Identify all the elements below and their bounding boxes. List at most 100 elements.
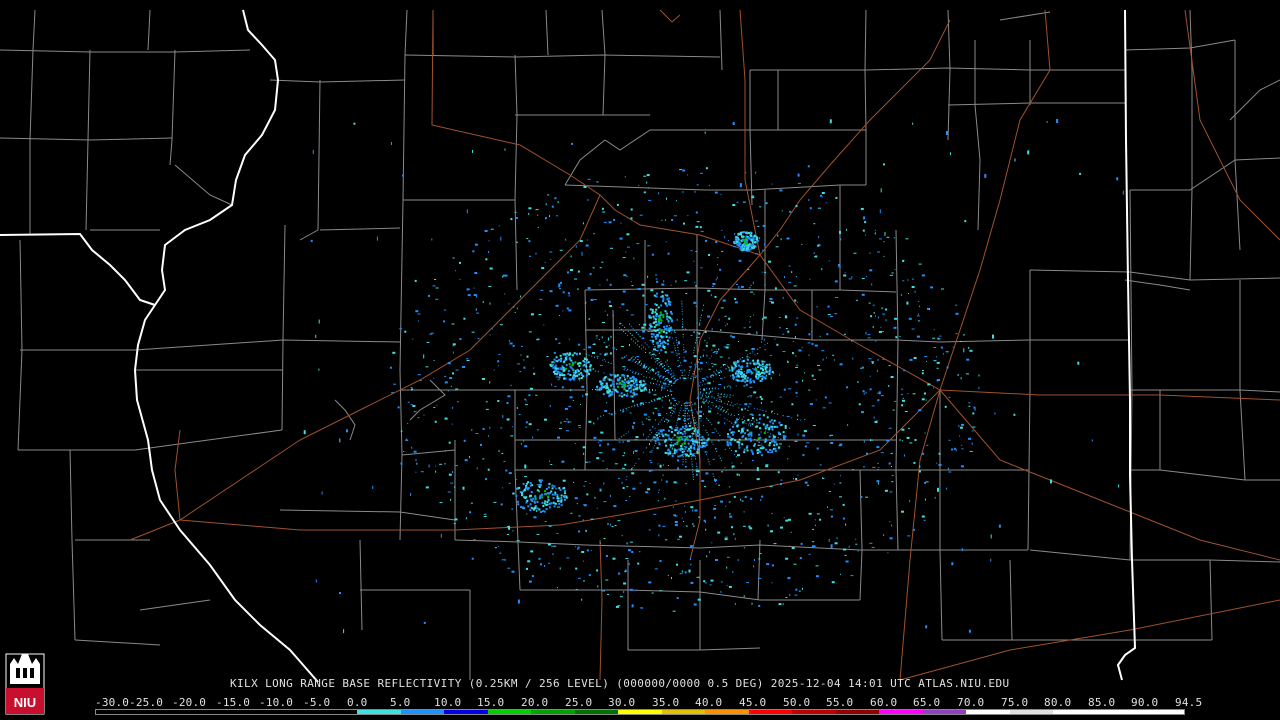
echo-pixel [538,486,541,488]
colorbar-segment [922,710,967,714]
echo-pixel [774,447,777,450]
echo-pixel [893,326,897,329]
echo-pixel [676,318,678,321]
echo-pixel [705,429,707,431]
echo-pixel [560,367,563,370]
echo-pixel [659,322,662,324]
echo-pixel [562,479,566,482]
echo-pixel [648,581,652,584]
echo-pixel [614,463,618,465]
echo-pixel [567,420,570,423]
echo-pixel [778,316,781,318]
echo-pixel [667,389,668,391]
echo-pixel [687,377,689,379]
echo-pixel [680,407,682,409]
echo-pixel [535,209,539,211]
echo-pixel [763,432,766,435]
echo-pixel [912,122,914,125]
echo-pixel [804,418,806,420]
echo-pixel [596,385,599,388]
echo-pixel [673,345,675,347]
echo-pixel [719,457,721,459]
echo-pixel [783,388,786,391]
echo-pixel [659,421,661,423]
echo-pixel [862,229,865,232]
echo-pixel [706,453,707,455]
echo-pixel [653,394,657,396]
echo-pixel [723,409,725,411]
echo-pixel [681,311,683,312]
echo-pixel [445,450,446,452]
echo-pixel [583,348,586,350]
echo-pixel [485,258,488,261]
echo-pixel [778,421,781,424]
echo-pixel [717,432,719,434]
echo-pixel [664,385,666,387]
echo-pixel [609,384,612,387]
echo-pixel [619,376,622,379]
echo-pixel [724,536,728,538]
echo-pixel [797,182,801,184]
echo-pixel [623,434,625,436]
echo-pixel [601,382,604,385]
echo-pixel [648,469,651,472]
echo-pixel [871,283,873,286]
echo-pixel [865,391,867,394]
echo-pixel [802,454,805,457]
echo-pixel [632,392,635,395]
echo-pixel [782,431,785,434]
echo-pixel [506,534,509,535]
echo-pixel [545,508,548,511]
echo-pixel [610,247,613,249]
echo-pixel [839,230,841,234]
echo-pixel [934,496,936,499]
echo-pixel [694,347,695,349]
echo-pixel [549,405,551,408]
echo-pixel [684,415,686,417]
echo-pixel [723,387,725,389]
echo-pixel [697,426,699,428]
echo-pixel [880,188,882,193]
echo-pixel [550,490,553,493]
echo-pixel [706,555,708,558]
echo-pixel [451,423,453,425]
echo-pixel [696,450,699,453]
echo-pixel [654,335,657,338]
echo-pixel [674,405,676,407]
echo-pixel [632,327,634,329]
echo-pixel [891,524,893,527]
echo-pixel [631,425,634,428]
echo-pixel [665,335,668,338]
echo-pixel [764,202,768,205]
echo-pixel [668,383,670,385]
echo-pixel [697,396,699,398]
echo-pixel [969,349,973,352]
echo-pixel [919,305,920,307]
echo-pixel [782,434,785,437]
echo-pixel [611,526,614,528]
echo-pixel [721,250,724,252]
echo-pixel [802,379,804,382]
echo-pixel [741,500,744,502]
echo-pixel [698,415,702,418]
echo-pixel [822,407,826,409]
echo-pixel [875,339,877,342]
echo-pixel [672,375,674,377]
echo-pixel [523,496,526,499]
echo-pixel [656,358,660,360]
echo-pixel [749,248,752,251]
echo-pixel [794,440,798,442]
echo-pixel [527,505,530,508]
echo-pixel [837,266,841,268]
echo-pixel [888,365,891,367]
echo-pixel [389,366,392,369]
echo-pixel [684,433,686,435]
echo-pixel [597,371,599,373]
echo-pixel [772,437,775,440]
echo-pixel [867,334,871,336]
echo-pixel [741,371,742,373]
echo-pixel [664,310,667,313]
echo-pixel [637,340,639,342]
echo-pixel [488,251,489,254]
echo-pixel [812,528,815,530]
